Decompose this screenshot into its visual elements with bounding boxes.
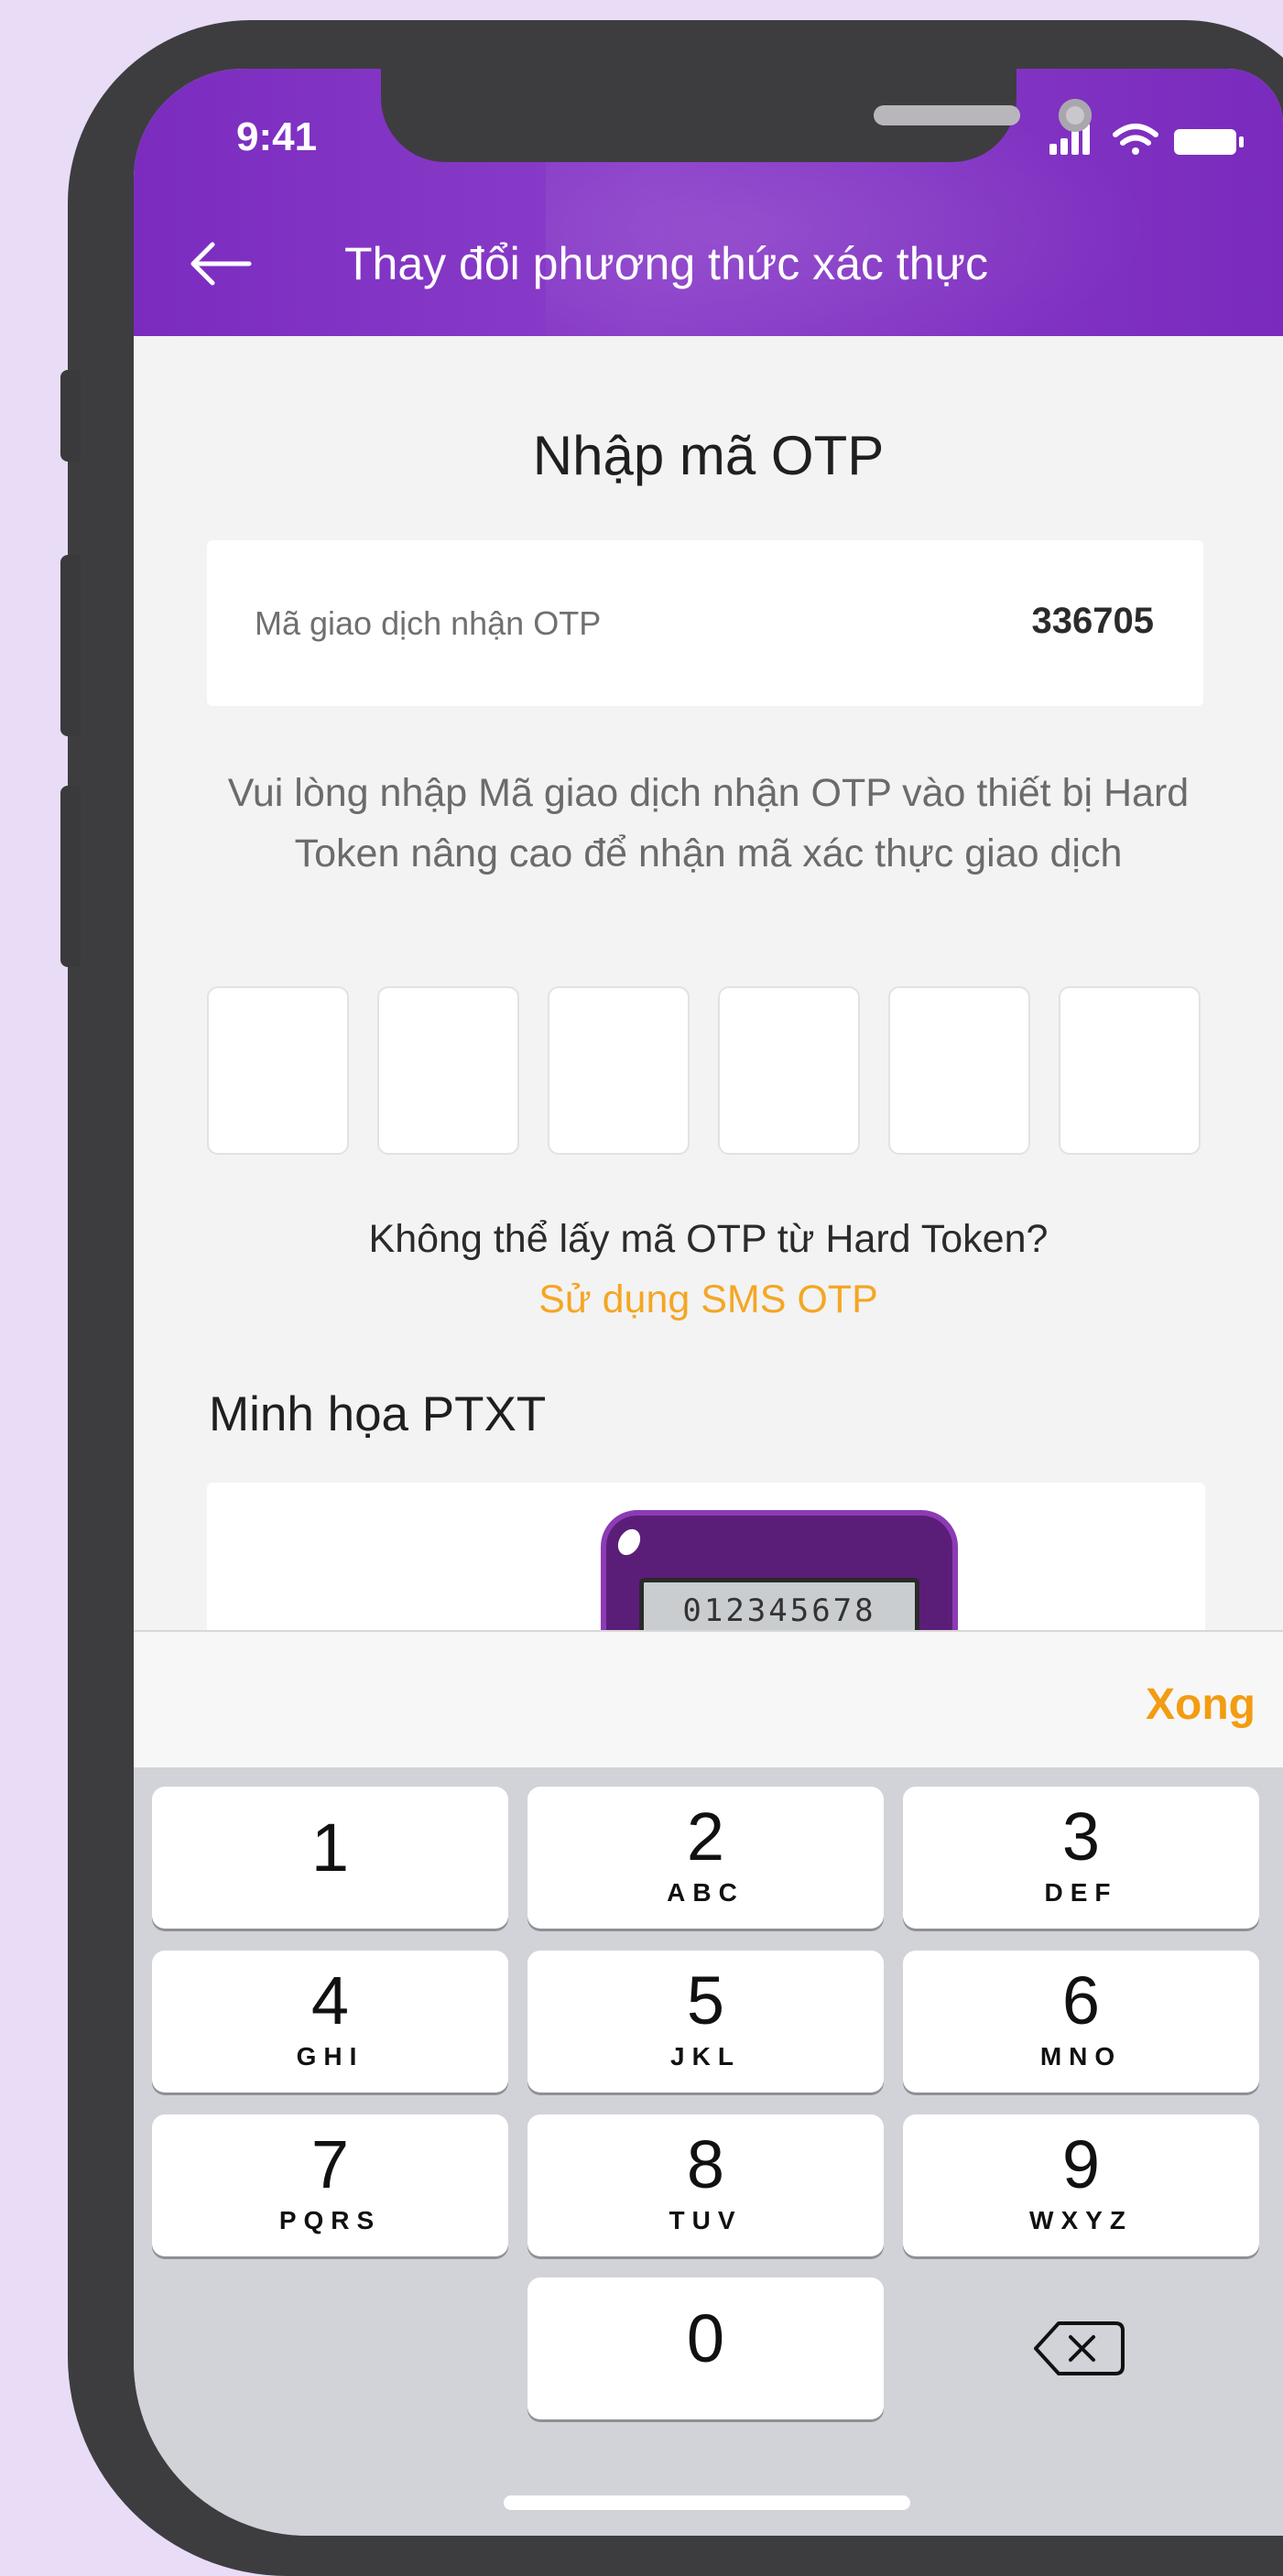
- otp-content: Nhập mã OTP Mã giao dịch nhận OTP 336705…: [134, 336, 1283, 1630]
- key-digit: 6: [1061, 1962, 1101, 2038]
- key-6[interactable]: 6 MNO: [903, 1951, 1259, 2092]
- key-7[interactable]: 7 PQRS: [152, 2114, 508, 2256]
- key-letters: MNO: [1039, 2042, 1123, 2071]
- front-camera: [1059, 99, 1092, 132]
- key-digit: 1: [310, 1810, 350, 1886]
- key-4[interactable]: 4 GHI: [152, 1951, 508, 2092]
- app-header: 9:41 Thay đổi phương thức xác thực: [134, 69, 1283, 336]
- otp-instructions: Vui lòng nhập Mã giao dịch nhận OTP vào …: [227, 771, 1190, 875]
- key-letters: PQRS: [278, 2206, 382, 2234]
- otp-digit-box[interactable]: [718, 986, 860, 1155]
- transaction-code-label: Mã giao dịch nhận OTP: [255, 604, 602, 642]
- token-display: 012345678: [639, 1578, 919, 1630]
- otp-digit-box[interactable]: [207, 986, 349, 1155]
- key-letters: DEF: [1044, 1878, 1118, 1907]
- key-letters: ABC: [667, 1878, 745, 1907]
- key-letters: GHI: [296, 2042, 364, 2071]
- side-button-volume-down: [60, 786, 81, 967]
- key-digit: 4: [310, 1962, 350, 2038]
- otp-digit-box[interactable]: [377, 986, 519, 1155]
- hard-token-device-image: 012345678: [601, 1510, 958, 1630]
- done-button[interactable]: Xong: [1146, 1679, 1256, 1730]
- wifi-icon: [1113, 124, 1158, 155]
- battery-icon: [1174, 129, 1244, 155]
- key-digit: 9: [1061, 2126, 1101, 2202]
- key-0[interactable]: 0: [527, 2277, 884, 2419]
- key-letters: JKL: [670, 2042, 741, 2071]
- illustration-title: Minh họa PTXT: [209, 1387, 547, 1441]
- side-button-volume-up: [60, 555, 81, 736]
- status-time: 9:41: [236, 114, 318, 159]
- key-3[interactable]: 3 DEF: [903, 1787, 1259, 1929]
- device-notch: [381, 69, 1092, 162]
- illustration-card: 012345678: [207, 1483, 1205, 1630]
- otp-heading: Nhập mã OTP: [532, 425, 885, 486]
- otp-digit-box[interactable]: [888, 986, 1030, 1155]
- speaker-grille: [874, 105, 1020, 125]
- key-letters: WXYZ: [1029, 2206, 1133, 2234]
- key-2[interactable]: 2 ABC: [527, 1787, 884, 1929]
- home-indicator[interactable]: [504, 2495, 910, 2510]
- key-digit: 0: [686, 2300, 725, 2376]
- otp-digit-box[interactable]: [548, 986, 690, 1155]
- key-9[interactable]: 9 WXYZ: [903, 2114, 1259, 2256]
- key-5[interactable]: 5 JKL: [527, 1951, 884, 2092]
- key-digit: 7: [310, 2126, 350, 2202]
- cant-get-otp-text: Không thể lấy mã OTP từ Hard Token?: [368, 1217, 1049, 1261]
- token-shine: [613, 1525, 646, 1560]
- otp-digit-box[interactable]: [1059, 986, 1201, 1155]
- key-8[interactable]: 8 TUV: [527, 2114, 884, 2256]
- use-sms-otp-link[interactable]: Sử dụng SMS OTP: [134, 1277, 1283, 1322]
- key-digit: 8: [686, 2126, 725, 2202]
- key-1[interactable]: 1: [152, 1787, 508, 1929]
- key-digit: 5: [686, 1962, 725, 2038]
- back-arrow-icon[interactable]: [189, 241, 253, 287]
- transaction-code-value: 336705: [1031, 601, 1154, 641]
- key-digit: 2: [686, 1799, 725, 1875]
- key-letters: TUV: [669, 2206, 743, 2234]
- page-title: Thay đổi phương thức xác thực: [344, 238, 988, 289]
- phone-screen: 9:41 Thay đổi phương thức xác thực Nhập …: [134, 69, 1283, 2536]
- transaction-code-card: Mã giao dịch nhận OTP 336705: [207, 540, 1203, 706]
- keyboard-accessory-bar: Xong: [134, 1630, 1283, 1769]
- backspace-icon[interactable]: [903, 2277, 1259, 2419]
- otp-input-group: [207, 986, 1205, 1155]
- side-button-mute: [60, 370, 81, 462]
- key-digit: 3: [1061, 1799, 1101, 1875]
